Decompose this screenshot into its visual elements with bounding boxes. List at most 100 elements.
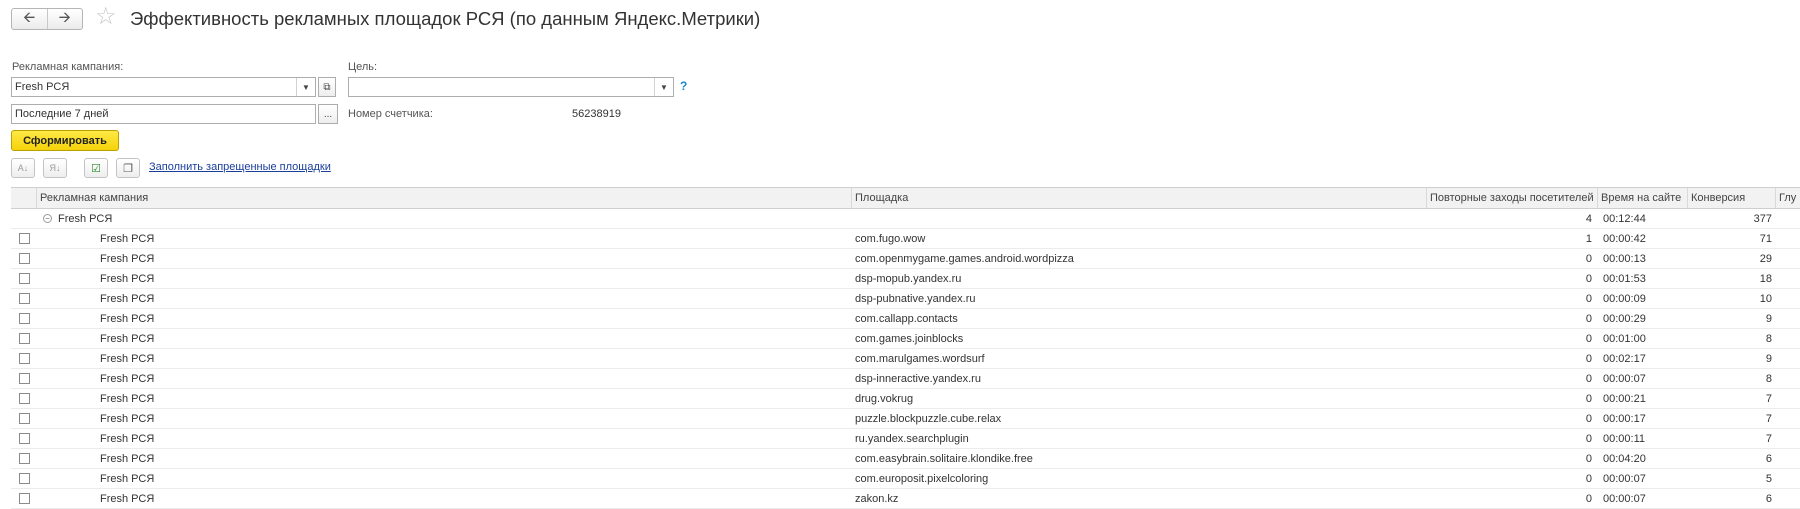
row-checkbox[interactable] — [18, 313, 30, 324]
open-campaign-button[interactable]: ⧉ — [318, 77, 336, 97]
row-checkbox[interactable] — [18, 413, 30, 424]
row-checkbox-cell — [11, 453, 37, 464]
row-checkbox[interactable] — [18, 233, 30, 244]
row-time: 00:00:07 — [1603, 492, 1646, 505]
row-conversion: 6 — [1765, 452, 1772, 465]
table-header: Рекламная кампания Площадка Повторные за… — [11, 187, 1800, 209]
row-repeat: 0 — [1585, 412, 1592, 425]
row-repeat: 0 — [1585, 452, 1592, 465]
period-select-button[interactable]: ... — [318, 104, 338, 124]
goal-select[interactable]: ▼ — [348, 77, 674, 97]
table-row[interactable]: Fresh РСЯ com.games.joinblocks 0 00:01:00 8 — [11, 329, 1800, 349]
row-checkbox[interactable] — [18, 453, 30, 464]
row-campaign: Fresh РСЯ — [100, 472, 155, 485]
group-name: Fresh РСЯ — [58, 212, 113, 225]
table-row[interactable]: Fresh РСЯ dsp-inneractive.yandex.ru 0 00:00… — [11, 369, 1800, 389]
column-site[interactable]: Площадка — [852, 188, 1427, 208]
help-icon[interactable]: ? — [680, 79, 687, 93]
row-campaign: Fresh РСЯ — [100, 492, 155, 505]
row-checkbox[interactable] — [18, 333, 30, 344]
row-time: 00:00:07 — [1603, 372, 1646, 385]
row-site: com.easybrain.solitaire.klondike.free — [855, 452, 1033, 465]
collapse-icon[interactable]: − — [43, 214, 52, 224]
row-checkbox[interactable] — [18, 493, 30, 504]
row-checkbox[interactable] — [18, 393, 30, 404]
row-time: 00:00:17 — [1603, 412, 1646, 425]
row-repeat: 1 — [1585, 232, 1592, 245]
column-conversion[interactable]: Конверсия — [1688, 188, 1776, 208]
group-cell: − Fresh РСЯ — [37, 213, 852, 225]
row-conversion: 9 — [1765, 312, 1772, 325]
row-time: 00:00:21 — [1603, 392, 1646, 405]
table-row[interactable]: Fresh РСЯ com.openmygame.games.android.wo… — [11, 249, 1800, 269]
chevron-down-icon[interactable]: ▼ — [654, 78, 673, 96]
row-site: com.games.joinblocks — [855, 332, 964, 345]
sort-descending-icon: Я↓ — [49, 163, 61, 173]
row-site: com.marulgames.wordsurf — [855, 352, 985, 365]
uncheck-all-button[interactable]: ❐ — [116, 158, 140, 178]
table-row[interactable]: Fresh РСЯ com.easybrain.solitaire.klondik… — [11, 449, 1800, 469]
star-icon[interactable]: ☆ — [95, 5, 117, 29]
generate-button[interactable]: Сформировать — [11, 130, 119, 151]
check-all-icon: ☑ — [91, 162, 101, 175]
row-campaign: Fresh РСЯ — [100, 312, 155, 325]
back-button[interactable]: 🡨 — [12, 9, 48, 29]
row-repeat: 0 — [1585, 432, 1592, 445]
table-row[interactable]: Fresh РСЯ com.marulgames.wordsurf 0 00:02:1… — [11, 349, 1800, 369]
row-checkbox[interactable] — [18, 473, 30, 484]
row-repeat: 0 — [1585, 272, 1592, 285]
period-field[interactable]: Последние 7 дней — [11, 104, 316, 124]
row-campaign: Fresh РСЯ — [100, 292, 155, 305]
row-checkbox[interactable] — [18, 433, 30, 444]
row-campaign: Fresh РСЯ — [100, 432, 155, 445]
group-row[interactable]: − Fresh РСЯ 4 00:12:44 377 — [11, 209, 1800, 229]
row-checkbox-cell — [11, 373, 37, 384]
row-repeat: 0 — [1585, 332, 1592, 345]
row-repeat: 0 — [1585, 292, 1592, 305]
campaign-label: Рекламная кампания: — [12, 61, 124, 73]
row-site: dsp-pubnative.yandex.ru — [855, 292, 976, 305]
row-site: com.europosit.pixelcoloring — [855, 472, 989, 485]
column-time-on-site[interactable]: Время на сайте — [1598, 188, 1688, 208]
table-row[interactable]: Fresh РСЯ dsp-pubnative.yandex.ru 0 00:00:0… — [11, 289, 1800, 309]
table-row[interactable]: Fresh РСЯ com.callapp.contacts 0 00:00:29 9 — [11, 309, 1800, 329]
row-conversion: 5 — [1765, 472, 1772, 485]
sort-descending-button[interactable]: Я↓ — [43, 158, 67, 178]
fill-forbidden-sites-link[interactable]: Заполнить запрещенные площадки — [149, 161, 331, 173]
campaign-select[interactable]: Fresh РСЯ ▼ — [11, 77, 316, 97]
row-site: com.callapp.contacts — [855, 312, 958, 325]
row-site: drug.vokrug — [855, 392, 914, 405]
column-campaign[interactable]: Рекламная кампания — [37, 188, 852, 208]
group-conversion: 377 — [1753, 212, 1772, 225]
table-row[interactable]: Fresh РСЯ zakon.kz 0 00:00:07 6 — [11, 489, 1800, 509]
row-time: 00:00:29 — [1603, 312, 1646, 325]
chevron-down-icon[interactable]: ▼ — [296, 78, 315, 96]
table-row[interactable]: Fresh РСЯ drug.vokrug 0 00:00:21 7 — [11, 389, 1800, 409]
group-time: 00:12:44 — [1603, 212, 1646, 225]
row-checkbox-cell — [11, 473, 37, 484]
row-checkbox[interactable] — [18, 293, 30, 304]
copy-icon: ❐ — [123, 162, 133, 175]
column-repeat-visits[interactable]: Повторные заходы посетителей — [1427, 188, 1598, 208]
table-row[interactable]: Fresh РСЯ dsp-mopub.yandex.ru 0 00:01:53 18 — [11, 269, 1800, 289]
table-row[interactable]: Fresh РСЯ com.fugo.wow 1 00:00:42 71 — [11, 229, 1800, 249]
row-checkbox[interactable] — [18, 373, 30, 384]
table-row[interactable]: Fresh РСЯ com.europosit.pixelcoloring 0 00:… — [11, 469, 1800, 489]
forward-button[interactable]: 🡪 — [48, 9, 83, 29]
column-depth[interactable]: Глу — [1776, 188, 1800, 208]
check-all-button[interactable]: ☑ — [84, 158, 108, 178]
row-checkbox[interactable] — [18, 353, 30, 364]
row-conversion: 8 — [1765, 372, 1772, 385]
row-checkbox[interactable] — [18, 253, 30, 264]
row-checkbox-cell — [11, 333, 37, 344]
row-time: 00:00:07 — [1603, 472, 1646, 485]
row-checkbox-cell — [11, 353, 37, 364]
row-site: com.fugo.wow — [855, 232, 926, 245]
row-repeat: 0 — [1585, 252, 1592, 265]
sort-ascending-button[interactable]: A↓ — [11, 158, 35, 178]
row-checkbox[interactable] — [18, 273, 30, 284]
row-checkbox-cell — [11, 493, 37, 504]
table-row[interactable]: Fresh РСЯ puzzle.blockpuzzle.cube.relax 0 0… — [11, 409, 1800, 429]
table-row[interactable]: Fresh РСЯ ru.yandex.searchplugin 0 00:00:11… — [11, 429, 1800, 449]
open-window-icon: ⧉ — [323, 81, 331, 93]
